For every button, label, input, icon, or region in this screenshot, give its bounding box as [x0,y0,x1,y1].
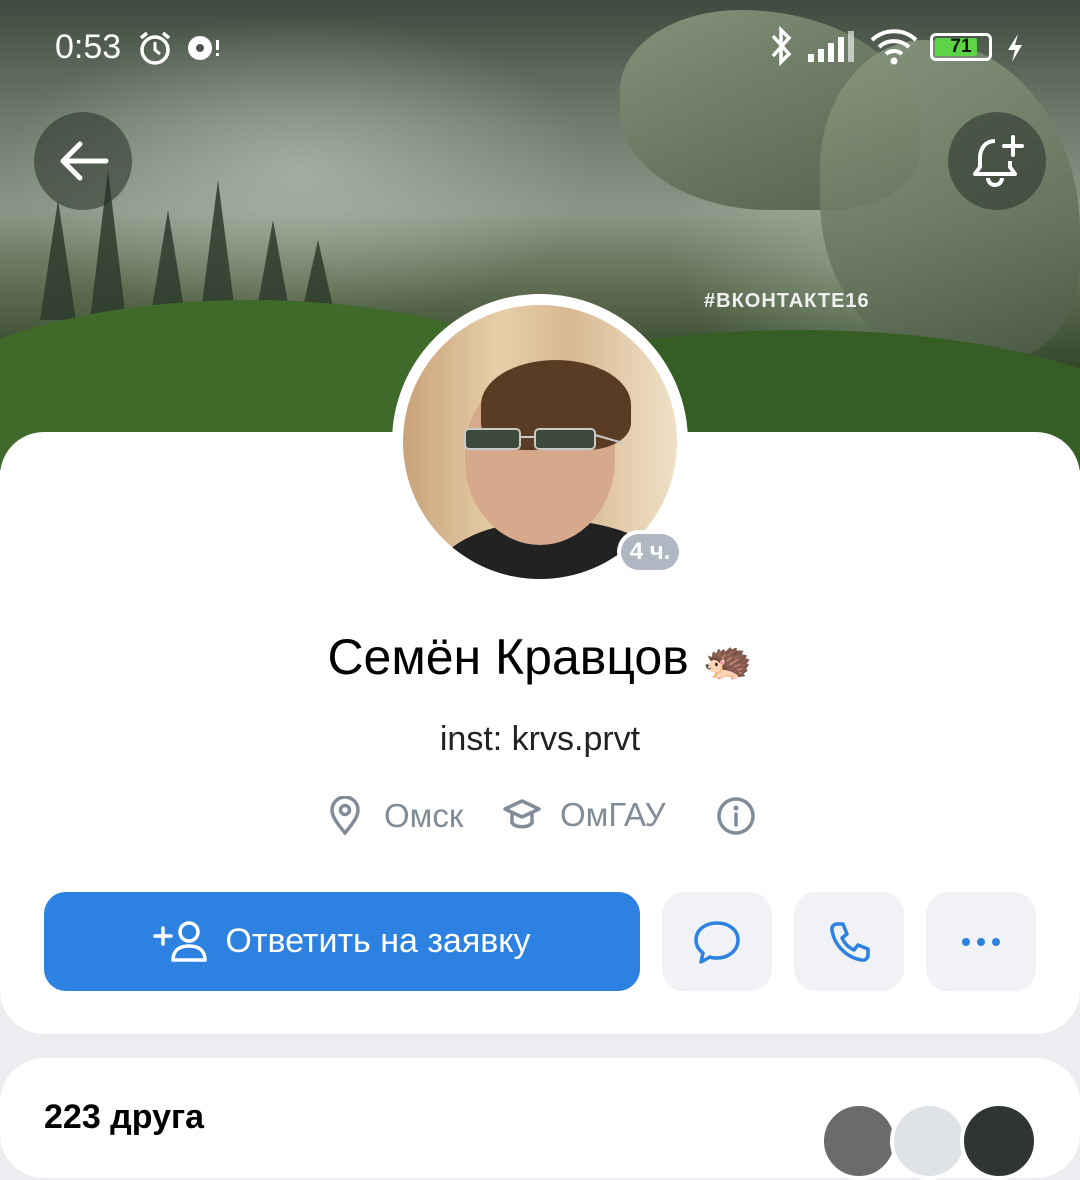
city-label: Омск [384,797,464,834]
message-bubble-icon [694,920,740,964]
battery-level: 71 [950,36,972,57]
subscribe-notifications-button[interactable] [948,112,1046,210]
arrow-left-icon [60,141,109,181]
friend-avatar [820,1102,898,1180]
back-button[interactable] [34,112,132,210]
profile-meta: Омск ОмГАУ [0,796,1080,840]
more-actions-button[interactable] [926,892,1036,991]
last-seen-badge: 4 ч. [617,530,683,574]
status-bar: 0:53 71 [0,0,1080,96]
profile-name: Семён Кравцов 🦔 [327,629,753,685]
friend-avatar [890,1102,968,1180]
media-icon [188,36,219,60]
wifi-icon [870,29,918,65]
hedgehog-emoji: 🦔 [702,639,753,683]
tree [200,180,236,320]
message-button[interactable] [662,892,772,991]
respond-to-request-button[interactable]: Ответить на заявку [44,892,640,991]
city-item: Омск [328,796,463,836]
friend-avatar [960,1102,1038,1180]
alarm-icon [139,31,171,65]
phone-icon [830,921,870,962]
university-label: ОмГАУ [560,796,666,833]
battery-icon: 71 [930,33,992,61]
info-icon [717,797,755,835]
graduation-cap-icon [503,799,541,829]
charging-icon [1008,34,1022,62]
more-dots-icon [962,937,1000,946]
signal-icon [808,31,854,62]
status-time: 0:53 [55,28,122,66]
friends-card[interactable]: 223 друга [0,1058,1080,1180]
location-pin-icon [330,796,360,836]
profile-status: inst: krvs.prvt [439,720,641,758]
university-item: ОмГАУ [502,796,666,834]
bluetooth-icon [771,26,792,66]
add-friend-icon [153,920,208,962]
call-button[interactable] [794,892,904,991]
respond-button-label: Ответить на заявку [225,922,531,960]
cover-hashtag: #ВКОНТАКТЕ16 [704,290,870,312]
friends-count: 223 друга [44,1098,205,1136]
bell-plus-icon [973,135,1024,187]
more-info-button[interactable] [716,796,756,836]
tree [40,200,76,320]
